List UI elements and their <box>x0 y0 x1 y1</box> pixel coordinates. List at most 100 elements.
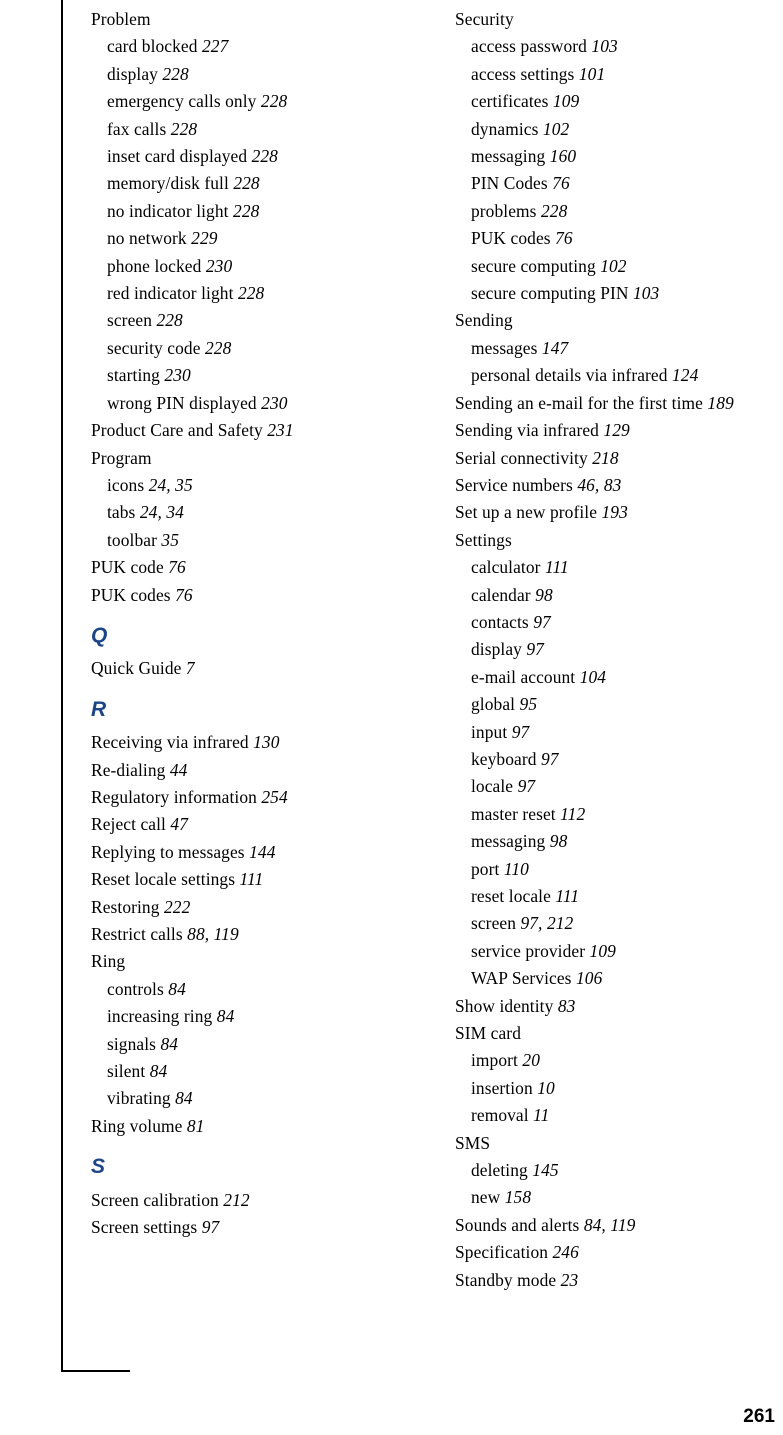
index-entry-label: messages <box>471 337 538 358</box>
index-entry-pages: 84 <box>212 1006 235 1027</box>
index-subentry: access settings 101 <box>471 61 775 88</box>
index-entry-label: master reset <box>471 803 556 824</box>
index-column-right: Security access password 103 access settin… <box>455 6 775 1294</box>
index-entry: Regulatory information 254 <box>91 784 421 811</box>
index-entry-pages: 97 <box>528 611 551 632</box>
index-entry-label: dynamics <box>471 118 539 139</box>
index-entry-label: e-mail account <box>471 666 576 687</box>
index-entry-label: screen <box>471 913 517 934</box>
index-subentry: messaging 98 <box>471 828 775 855</box>
index-entry: Quick Guide 7 <box>91 655 421 682</box>
index-entry-pages: 76 <box>550 228 573 249</box>
index-subentry: screen 228 <box>107 307 421 334</box>
index-subentry: messaging 160 <box>471 143 775 170</box>
index-entry-pages: 229 <box>186 228 218 249</box>
index-subentry: fax calls 228 <box>107 116 421 143</box>
index-entry-pages: 158 <box>500 1187 532 1208</box>
index-entry-pages: 228 <box>536 200 568 221</box>
index-entry: Screen settings 97 <box>91 1214 421 1241</box>
index-entry-label: messaging <box>471 831 546 852</box>
index-entry-label: PUK code <box>91 557 164 578</box>
index-entry-label: Screen calibration <box>91 1189 219 1210</box>
index-subentry: certificates 109 <box>471 88 775 115</box>
index-entry-pages: 112 <box>555 803 586 824</box>
index-entry: Re-dialing 44 <box>91 757 421 784</box>
index-entry-label: starting <box>107 365 160 386</box>
index-entry-label: personal details via infrared <box>471 365 668 386</box>
index-entry-label: contacts <box>471 611 529 632</box>
index-subentry: secure computing 102 <box>471 253 775 280</box>
index-entry-label: problems <box>471 200 537 221</box>
index-entry-pages: 228 <box>228 173 260 194</box>
index-entry-pages: 97 <box>521 639 544 660</box>
index-entry-label: toolbar <box>107 529 157 550</box>
index-entry-label: phone locked <box>107 255 202 276</box>
index-entry-pages: 144 <box>244 841 276 862</box>
index-subentry: problems 228 <box>471 198 775 225</box>
index-entry: Screen calibration 212 <box>91 1187 421 1214</box>
index-entry-label: calendar <box>471 584 531 605</box>
index-entry-label: wrong PIN displayed <box>107 392 257 413</box>
index-entry-label: WAP Services <box>471 968 572 989</box>
index-entry-pages: 97 <box>197 1217 220 1238</box>
index-entry-label: keyboard <box>471 748 537 769</box>
index-entry-label: display <box>471 639 522 660</box>
index-entry-label: Replying to messages <box>91 841 245 862</box>
index-entry-label: Screen settings <box>91 1217 198 1238</box>
index-entry: Reset locale settings 111 <box>91 866 421 893</box>
index-subentry: WAP Services 106 <box>471 965 775 992</box>
index-entry-label: Sounds and alerts <box>455 1214 580 1235</box>
index-entry: Replying to messages 144 <box>91 839 421 866</box>
index-subentry: screen 97, 212 <box>471 910 775 937</box>
index-entry: Restoring 222 <box>91 894 421 921</box>
index-entry-label: card blocked <box>107 36 198 57</box>
index-entry-label: signals <box>107 1033 157 1054</box>
index-subentry: secure computing PIN 103 <box>471 280 775 307</box>
index-entry-pages: 160 <box>545 146 577 167</box>
index-entry-label: certificates <box>471 91 549 112</box>
index-entry-pages: 81 <box>182 1115 205 1136</box>
index-entry-label: insertion <box>471 1077 533 1098</box>
index-entry-pages: 76 <box>163 557 186 578</box>
index-subentry: PUK codes 76 <box>471 225 775 252</box>
index-entry-label: controls <box>107 978 164 999</box>
index-entry-pages: 102 <box>595 255 627 276</box>
index-subentry: red indicator light 228 <box>107 280 421 307</box>
index-entry: Serial connectivity 218 <box>455 445 775 472</box>
index-entry-pages: 24, 34 <box>135 502 184 523</box>
index-entry-pages: 230 <box>159 365 191 386</box>
index-section-letter: R <box>91 697 107 721</box>
index-entry-label: calculator <box>471 557 541 578</box>
index-entry-label: PUK codes <box>91 584 171 605</box>
index-entry-label: access settings <box>471 63 575 84</box>
index-entry: Show identity 83 <box>455 993 775 1020</box>
index-entry: Sending via infrared 129 <box>455 417 775 444</box>
index-subentry: controls 84 <box>107 976 421 1003</box>
index-entry-label: deleting <box>471 1160 528 1181</box>
index-entry-pages: 228 <box>233 283 265 304</box>
index-entry-label: Ring volume <box>91 1115 183 1136</box>
index-entry-pages: 230 <box>256 392 288 413</box>
index-subentry: memory/disk full 228 <box>107 170 421 197</box>
index-entry-label: Sending <box>455 310 513 331</box>
index-entry-pages: 130 <box>248 732 280 753</box>
index-entry: Problem <box>91 6 421 33</box>
index-entry-label: Set up a new profile <box>455 502 598 523</box>
index-subentry: locale 97 <box>471 773 775 800</box>
index-entry-label: silent <box>107 1061 146 1082</box>
index-subentry: display 97 <box>471 636 775 663</box>
index-entry-label: Standby mode <box>455 1269 557 1290</box>
index-subentry: deleting 145 <box>471 1157 775 1184</box>
index-entry: Restrict calls 88, 119 <box>91 921 421 948</box>
index-entry: PUK codes 76 <box>91 582 421 609</box>
index-entry-label: Security <box>455 9 514 29</box>
index-subentry: global 95 <box>471 691 775 718</box>
index-entry-pages: 84, 119 <box>579 1214 636 1235</box>
index-entry-label: Re-dialing <box>91 759 166 780</box>
index-entry-pages: 228 <box>228 200 260 221</box>
index-entry-label: increasing ring <box>107 1006 213 1027</box>
index-entry: Ring volume 81 <box>91 1113 421 1140</box>
index-entry-pages: 111 <box>550 886 580 906</box>
index-section-letter: S <box>91 1155 106 1179</box>
index-subentry: security code 228 <box>107 335 421 362</box>
